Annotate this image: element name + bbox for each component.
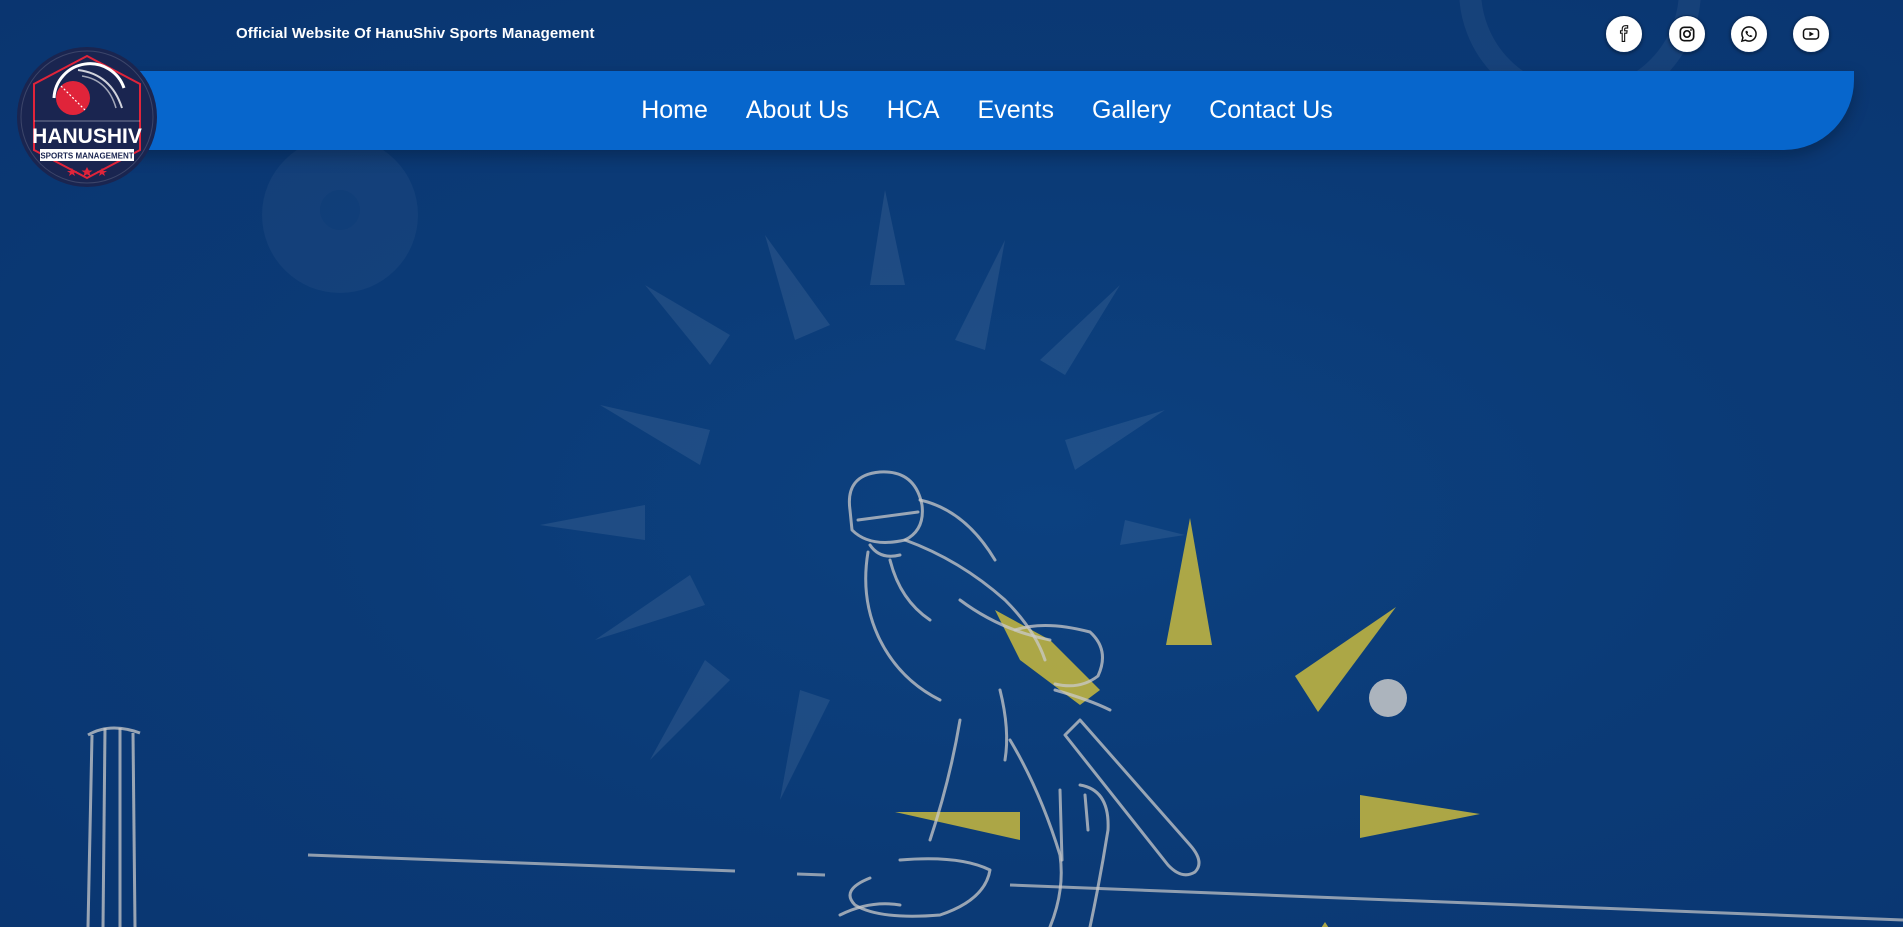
facebook-icon (1619, 25, 1629, 42)
instagram-link[interactable] (1668, 15, 1706, 53)
hanushiv-logo-badge: HANUSHIV SPORTS MANAGEMENT (17, 47, 157, 187)
site-logo[interactable]: HANUSHIV SPORTS MANAGEMENT (16, 46, 158, 188)
nav-item-gallery[interactable]: Gallery (1092, 96, 1171, 125)
nav-item-hca[interactable]: HCA (887, 96, 940, 125)
top-bar: Official Website Of HanuShiv Sports Mana… (0, 0, 1903, 68)
site-tagline: Official Website Of HanuShiv Sports Mana… (236, 25, 595, 42)
facebook-link[interactable] (1605, 15, 1643, 53)
youtube-link[interactable] (1792, 15, 1830, 53)
nav-item-events[interactable]: Events (978, 96, 1054, 125)
whatsapp-link[interactable] (1730, 15, 1768, 53)
nav-item-contact-us[interactable]: Contact Us (1209, 96, 1333, 125)
logo-subtitle: SPORTS MANAGEMENT (40, 152, 133, 161)
youtube-icon (1802, 28, 1820, 40)
instagram-icon (1679, 26, 1695, 42)
nav-menu: Home About Us HCA Events Gallery Contact… (60, 71, 1854, 150)
logo-title: HANUSHIV (32, 125, 142, 148)
nav-item-home[interactable]: Home (641, 96, 708, 125)
nav-item-about-us[interactable]: About Us (746, 96, 849, 125)
main-navbar: Home About Us HCA Events Gallery Contact… (60, 71, 1854, 150)
whatsapp-icon (1740, 26, 1757, 43)
